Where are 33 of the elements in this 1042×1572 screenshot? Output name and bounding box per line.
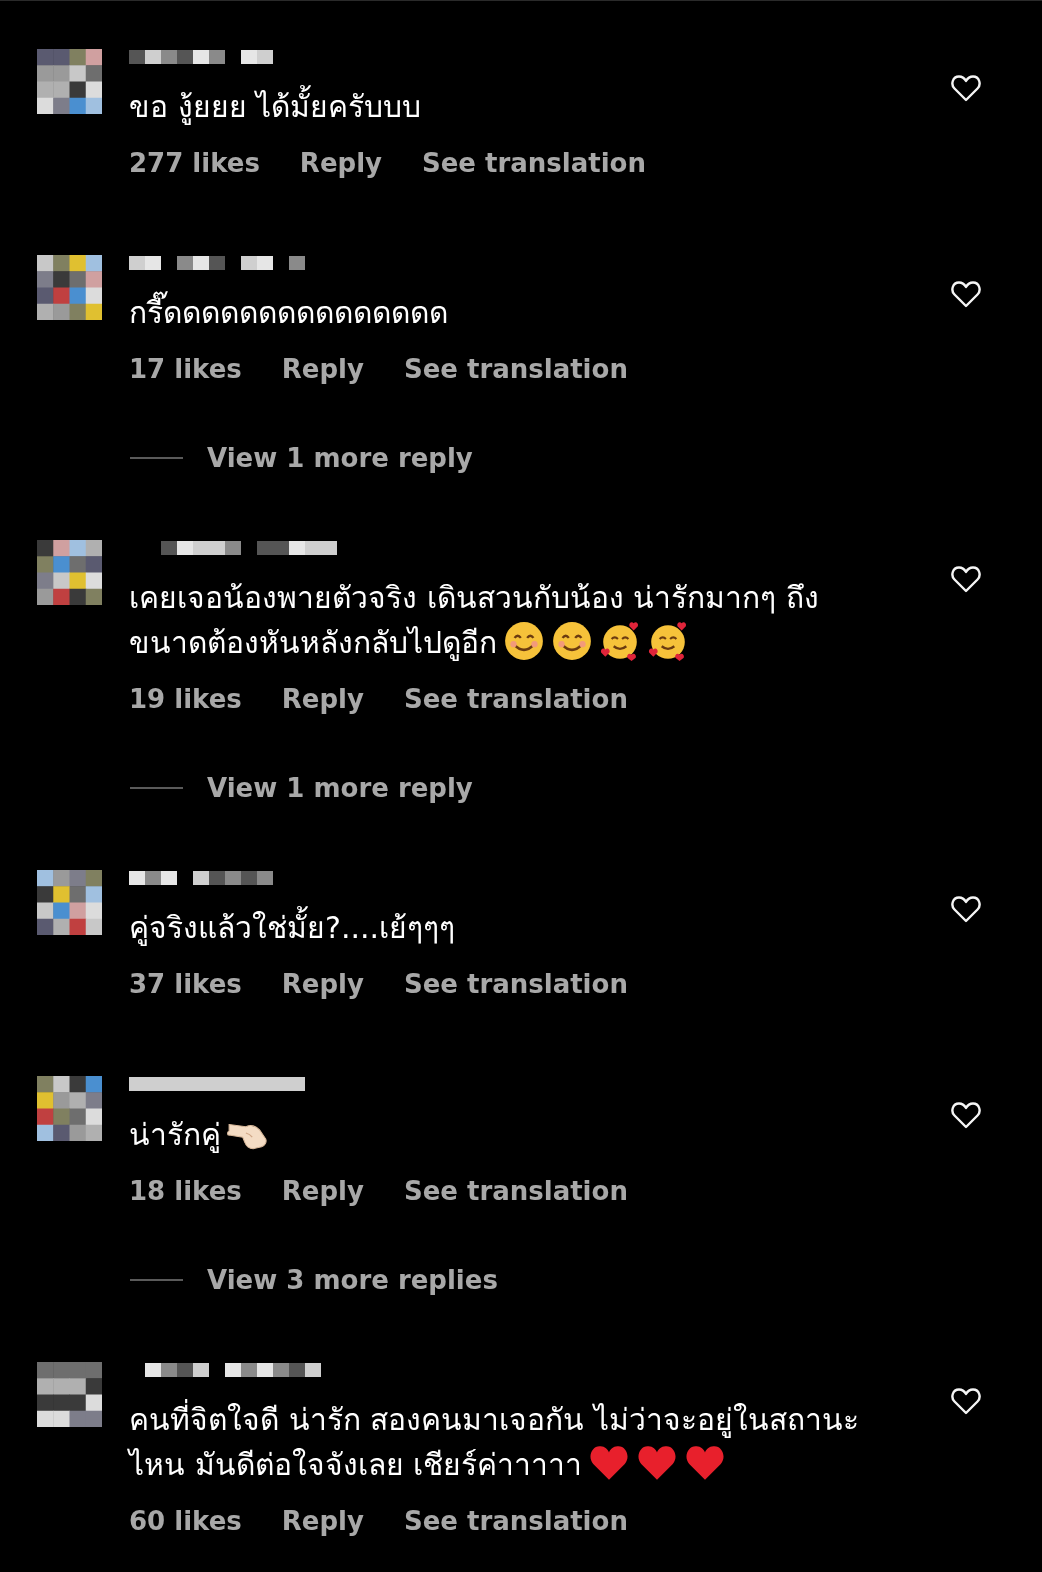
view-replies-link[interactable]: View 1 more reply <box>207 773 473 803</box>
like-heart-icon[interactable] <box>951 1101 981 1129</box>
smiling-face-icon <box>551 620 593 662</box>
like-count: 19 likes <box>129 684 242 714</box>
see-translation-link[interactable]: See translation <box>403 969 628 999</box>
reply-link[interactable]: Reply <box>299 148 382 178</box>
like-heart-icon[interactable] <box>951 74 981 102</box>
like-heart-icon[interactable] <box>951 280 981 308</box>
face-with-hearts-icon <box>599 620 641 662</box>
smiling-face-icon <box>503 620 545 662</box>
comment-text: น่ารักคู่ <box>129 1117 269 1152</box>
like-heart-icon[interactable] <box>951 895 981 923</box>
see-translation-link[interactable]: See translation <box>403 684 628 714</box>
comment-text: เคยเจอน้องพายตัวจริง เดินสวนกับน้อง น่ารักมากๆ ถึงขนาดต้องหันหลังกลับไปดูอีก <box>129 580 819 660</box>
reply-link[interactable]: Reply <box>281 1176 364 1206</box>
face-with-hearts-icon <box>647 620 689 662</box>
like-count: 37 likes <box>129 969 242 999</box>
see-translation-link[interactable]: See translation <box>403 354 628 384</box>
reply-link[interactable]: Reply <box>281 1506 364 1536</box>
reply-link[interactable]: Reply <box>281 354 364 384</box>
see-translation-link[interactable]: See translation <box>403 1176 628 1206</box>
like-heart-icon[interactable] <box>951 1387 981 1415</box>
see-translation-link[interactable]: See translation <box>422 148 646 178</box>
reply-link[interactable]: Reply <box>281 969 364 999</box>
like-count: 17 likes <box>129 354 242 384</box>
like-count: 277 likes <box>129 148 260 178</box>
like-heart-icon[interactable] <box>951 565 981 593</box>
like-count: 60 likes <box>129 1506 242 1536</box>
view-replies-link[interactable]: View 3 more replies <box>207 1265 498 1295</box>
like-count: 18 likes <box>129 1176 242 1206</box>
reply-link[interactable]: Reply <box>281 684 364 714</box>
view-replies-link[interactable]: View 1 more reply <box>207 443 473 473</box>
see-translation-link[interactable]: See translation <box>403 1506 628 1536</box>
